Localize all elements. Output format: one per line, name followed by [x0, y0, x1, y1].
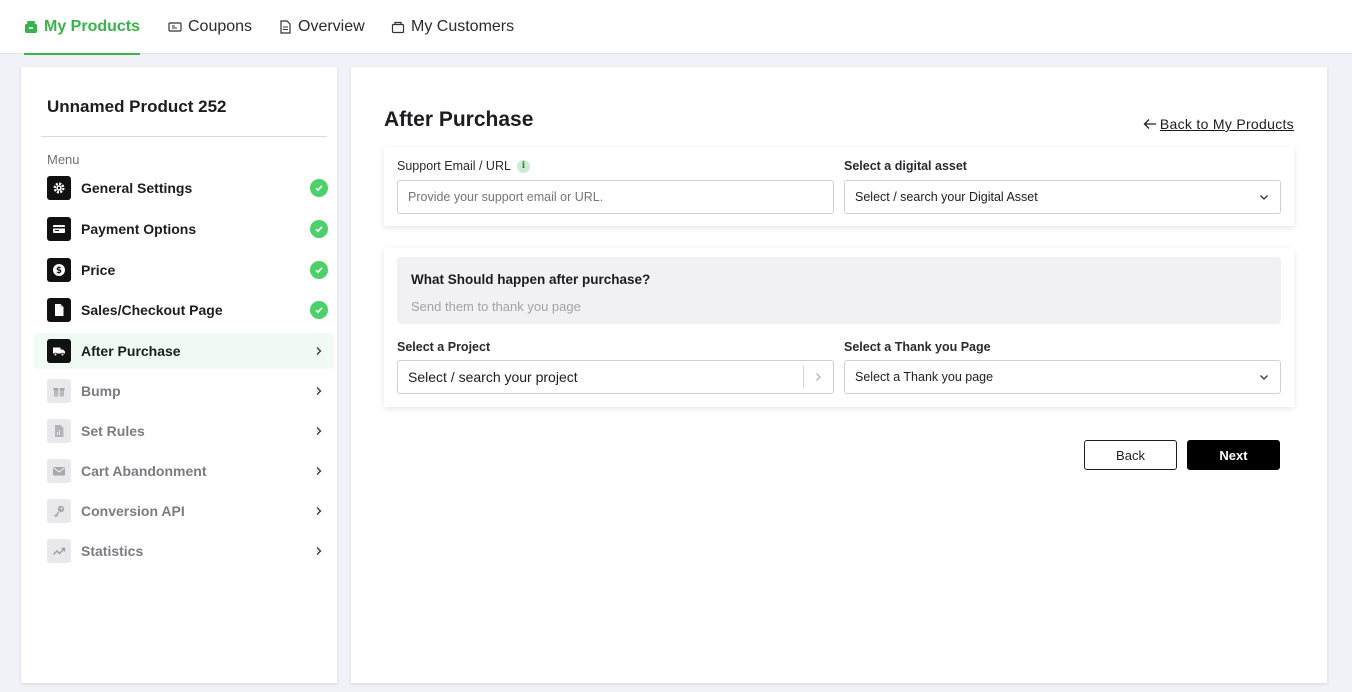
document-icon	[280, 20, 291, 34]
main-panel: After Purchase Back to My Products Suppo…	[351, 67, 1327, 683]
card-icon	[47, 217, 71, 241]
check-icon	[310, 261, 328, 279]
after-purchase-action-box[interactable]: What Should happen after purchase? Send …	[397, 257, 1281, 324]
chevron-right-icon	[816, 373, 821, 381]
check-icon	[310, 179, 328, 197]
divider	[41, 136, 327, 137]
rules-icon	[47, 419, 71, 443]
sidebar-item-label: Statistics	[81, 543, 144, 559]
check-icon	[310, 220, 328, 238]
project-select[interactable]: Select / search your project	[397, 360, 834, 394]
tab-my-products[interactable]: My Products	[24, 0, 141, 55]
chevron-right-icon	[310, 422, 328, 440]
back-to-products-link[interactable]: Back to My Products	[1143, 116, 1294, 132]
support-email-label-text: Support Email / URL	[397, 159, 511, 173]
tab-my-customers[interactable]: My Customers	[391, 0, 514, 54]
info-icon[interactable]: i	[516, 159, 530, 173]
digital-asset-value: Select / search your Digital Asset	[855, 190, 1038, 204]
sidebar-item-label: Price	[81, 262, 116, 278]
sidebar-item-label: Sales/Checkout Page	[81, 302, 223, 318]
chevron-right-icon	[310, 382, 328, 400]
support-email-input[interactable]	[397, 180, 834, 214]
back-button[interactable]: Back	[1084, 440, 1177, 470]
customers-icon	[391, 21, 405, 34]
sidebar-item-conversion-api[interactable]: Conversion API	[34, 493, 334, 529]
truck-icon	[47, 339, 71, 363]
back-link-label: Back to My Products	[1159, 116, 1294, 132]
gear-icon	[47, 176, 71, 200]
tab-label: Overview	[298, 18, 365, 35]
after-purchase-question: What Should happen after purchase?	[411, 272, 651, 287]
dollar-icon: $	[47, 258, 71, 282]
support-email-label: Support Email / URL i	[397, 159, 530, 173]
arrow-left-icon	[1143, 119, 1156, 129]
sidebar-item-set-rules[interactable]: Set Rules	[34, 413, 334, 449]
sidebar-item-cart-abandonment[interactable]: Cart Abandonment	[34, 453, 334, 489]
top-nav: My Products Coupons Overview My Customer…	[0, 0, 1352, 55]
chevron-right-icon	[310, 342, 328, 360]
thank-you-page-value: Select a Thank you page	[855, 370, 994, 384]
check-icon	[310, 301, 328, 319]
support-asset-card: Support Email / URL i Select a digital a…	[384, 147, 1294, 226]
after-purchase-card: What Should happen after purchase? Send …	[384, 248, 1294, 407]
next-button[interactable]: Next	[1187, 440, 1280, 470]
trend-icon	[47, 539, 71, 563]
menu-label: Menu	[47, 152, 80, 167]
sidebar-item-label: Set Rules	[81, 423, 145, 439]
sidebar-item-bump[interactable]: Bump	[34, 373, 334, 409]
sidebar-item-sales-checkout-page[interactable]: Sales/Checkout Page	[34, 292, 334, 328]
chevron-down-icon	[1260, 195, 1268, 200]
sidebar-item-label: Payment Options	[81, 221, 197, 237]
product-title: Unnamed Product 252	[47, 97, 227, 116]
project-label: Select a Project	[397, 340, 491, 354]
sidebar-item-general-settings[interactable]: General Settings	[34, 170, 334, 206]
sidebar-item-label: After Purchase	[81, 343, 181, 359]
sidebar-item-label: Bump	[81, 383, 121, 399]
tab-label: Coupons	[188, 18, 253, 35]
store-icon	[25, 21, 37, 33]
chevron-down-icon	[1260, 375, 1268, 380]
chevron-right-icon	[310, 462, 328, 480]
ticket-icon	[168, 22, 182, 32]
sidebar-item-after-purchase[interactable]: After Purchase	[34, 333, 334, 369]
sidebar-item-payment-options[interactable]: Payment Options	[34, 211, 334, 247]
sidebar-item-label: Conversion API	[81, 503, 185, 519]
sidebar: Unnamed Product 252 Menu General Setting…	[21, 67, 337, 683]
tab-overview[interactable]: Overview	[278, 0, 365, 54]
key-icon	[47, 499, 71, 523]
digital-asset-select[interactable]: Select / search your Digital Asset	[844, 180, 1281, 214]
tab-coupons[interactable]: Coupons	[168, 0, 252, 54]
gift-icon	[47, 379, 71, 403]
tab-label: My Customers	[411, 18, 515, 35]
page-title: After Purchase	[384, 108, 534, 131]
thank-you-page-select[interactable]: Select a Thank you page	[844, 360, 1281, 394]
chevron-right-icon	[310, 542, 328, 560]
sidebar-item-price[interactable]: $ Price	[34, 252, 334, 288]
digital-asset-label: Select a digital asset	[844, 159, 967, 173]
project-value: Select / search your project	[408, 369, 578, 385]
mail-icon	[47, 459, 71, 483]
page-icon	[47, 298, 71, 322]
tab-label: My Products	[44, 18, 141, 35]
after-purchase-answer: Send them to thank you page	[411, 299, 581, 314]
sidebar-item-statistics[interactable]: Statistics	[34, 533, 334, 569]
select-separator	[803, 366, 804, 388]
thank-you-page-label: Select a Thank you Page	[844, 340, 991, 354]
chevron-right-icon	[310, 502, 328, 520]
sidebar-item-label: Cart Abandonment	[81, 463, 207, 479]
svg-text:$: $	[56, 266, 62, 276]
sidebar-item-label: General Settings	[81, 180, 193, 196]
